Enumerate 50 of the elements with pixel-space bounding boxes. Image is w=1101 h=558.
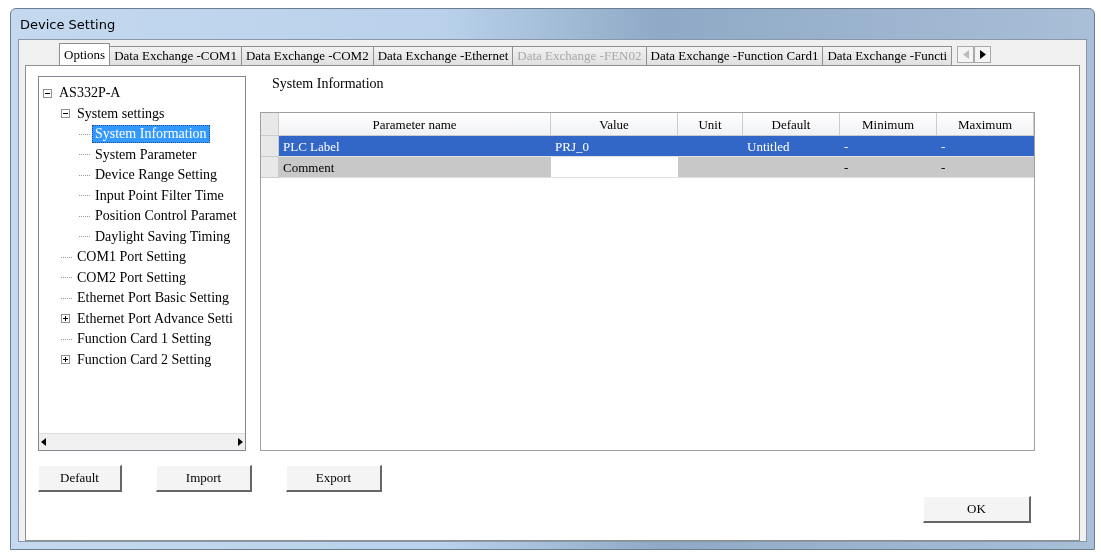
table-cell[interactable]: -	[840, 157, 937, 178]
tree-item[interactable]: Function Card 2 Setting	[74, 350, 215, 369]
table-cell[interactable]: Comment	[279, 157, 551, 178]
tree-item[interactable]: COM2 Port Setting	[74, 268, 189, 287]
table-cell[interactable]: PRJ_0	[551, 136, 678, 157]
tab[interactable]: Data Exchange -Ethernet	[372, 46, 514, 65]
tab[interactable]: Data Exchange -Functi	[822, 46, 953, 65]
scroll-right-button[interactable]	[974, 46, 992, 63]
right-arrow-icon	[238, 438, 243, 446]
column-header[interactable]: Minimum	[840, 113, 937, 136]
expand-icon[interactable]	[61, 355, 70, 365]
left-arrow-icon	[962, 50, 969, 59]
left-arrow-icon	[41, 438, 46, 446]
tab[interactable]: Options	[59, 43, 111, 65]
table-cell[interactable]: -	[937, 157, 1034, 178]
tree-item[interactable]: Input Point Filter Time	[92, 186, 227, 205]
tree-item[interactable]: Ethernet Port Advance Setti	[74, 309, 236, 328]
collapse-icon[interactable]	[61, 109, 70, 119]
header-corner	[261, 113, 279, 136]
column-header[interactable]: Value	[551, 113, 678, 136]
section-title: System Information	[271, 76, 385, 93]
action-button[interactable]: Export	[286, 465, 382, 492]
tab[interactable]: Data Exchange -Function Card1	[645, 46, 824, 65]
tree-item[interactable]: System Parameter	[92, 145, 200, 164]
window-title: Device Setting	[20, 16, 116, 32]
action-button[interactable]: Import	[156, 465, 252, 492]
tab[interactable]: Data Exchange -COM2	[240, 46, 374, 65]
column-header[interactable]: Default	[743, 113, 840, 136]
tree-item[interactable]: Function Card 1 Setting	[74, 330, 215, 349]
tree-item[interactable]: COM1 Port Setting	[74, 248, 189, 267]
table-cell[interactable]: -	[840, 136, 937, 157]
expand-icon[interactable]	[61, 314, 70, 324]
action-button[interactable]: Default	[38, 465, 122, 492]
table-cell[interactable]: PLC Label	[279, 136, 551, 157]
tree-item[interactable]: Ethernet Port Basic Setting	[74, 289, 233, 308]
right-arrow-icon	[979, 50, 986, 59]
table-cell[interactable]: -	[937, 136, 1034, 157]
table-cell[interactable]: Untitled	[743, 136, 840, 157]
tree-item[interactable]: AS332P-A	[56, 84, 124, 103]
column-header[interactable]: Unit	[678, 113, 743, 136]
tree-item[interactable]: System settings	[74, 104, 168, 123]
table-cell[interactable]	[678, 157, 743, 178]
column-header[interactable]: Maximum	[937, 113, 1034, 136]
tree-item[interactable]: Position Control Paramet	[92, 207, 240, 226]
tab[interactable]: Data Exchange -COM1	[109, 46, 242, 65]
ok-button[interactable]: OK	[923, 496, 1031, 523]
collapse-icon[interactable]	[43, 88, 52, 98]
column-header[interactable]: Parameter name	[279, 113, 551, 136]
tree-item[interactable]: Device Range Setting	[92, 166, 221, 185]
tree-item[interactable]: Daylight Saving Timing	[92, 227, 234, 246]
